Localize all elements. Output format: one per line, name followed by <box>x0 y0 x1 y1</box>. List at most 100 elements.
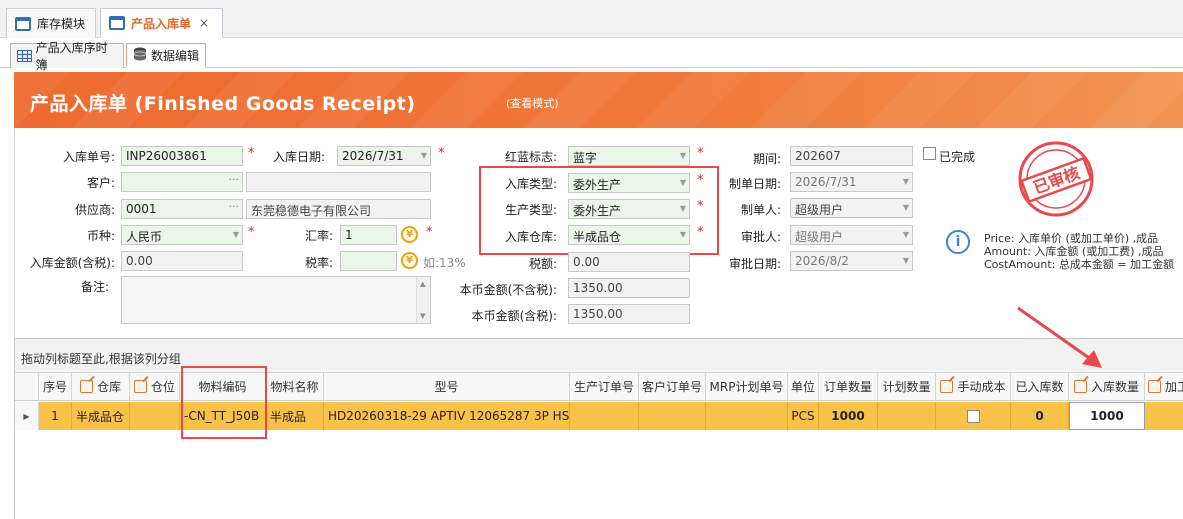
remark-scrollbar[interactable]: ▲ ▼ <box>416 277 430 323</box>
in-date-field[interactable]: 2026/7/31 ▼ <box>337 146 431 166</box>
cell-processing[interactable] <box>1145 402 1183 430</box>
approver-value: 超级用户 <box>795 230 844 244</box>
note-line: Amount: 入库金额 (或加工费) ,成品 <box>984 245 1164 258</box>
col-header-model[interactable]: 型号 <box>324 373 570 401</box>
detail-grid: 拖动列标题至此,根据该列分组 序号 仓库 仓位 物料编码 物料名称 型号 生产订… <box>14 338 1183 519</box>
cell-cust-order[interactable] <box>639 402 706 430</box>
tab-label: 产品入库单 <box>131 16 192 31</box>
base-amount-in-field: 1350.00 <box>568 304 690 324</box>
page-header-banner: 产品入库单 (Finished Goods Receipt) (查看模式) <box>14 72 1183 128</box>
window-icon <box>15 16 31 31</box>
cell-location[interactable] <box>130 402 180 430</box>
close-icon[interactable]: × <box>199 16 209 30</box>
chevron-down-icon[interactable]: ▼ <box>233 230 239 239</box>
col-header-order-qty[interactable]: 订单数量 <box>819 373 878 401</box>
sub-tab-bar: 产品入库序时簿 数据编辑 <box>0 38 1183 72</box>
cell-plan-qty[interactable] <box>878 402 936 430</box>
chevron-down-icon: ▼ <box>902 177 909 186</box>
edit-icon <box>1073 380 1087 393</box>
chevron-down-icon: ▼ <box>902 203 909 212</box>
col-header-processing[interactable]: 加工 <box>1145 373 1183 401</box>
required-mark: * <box>248 225 255 240</box>
make-date-label: 制单日期: <box>728 177 781 191</box>
annotation-highlight-box <box>479 166 719 255</box>
period-label: 期间: <box>752 152 781 166</box>
note-line: Price: 入库单价 (或加工单价) ,成品 <box>984 232 1159 245</box>
col-header-location[interactable]: 仓位 <box>130 373 180 401</box>
col-header-cust-order[interactable]: 客户订单号 <box>639 373 706 401</box>
ellipsis-icon[interactable]: ··· <box>229 200 240 213</box>
order-no-label: 入库单号: <box>62 150 115 164</box>
col-header-manual-cost[interactable]: 手动成本 <box>936 373 1011 401</box>
cell-unit[interactable]: PCS <box>788 402 819 430</box>
edit-icon <box>133 380 147 393</box>
approve-date-field: 2026/8/2 ▼ <box>790 251 913 271</box>
col-header-warehouse[interactable]: 仓库 <box>72 373 130 401</box>
chevron-down-icon: ▼ <box>902 230 909 239</box>
edit-icon <box>1148 380 1161 393</box>
cell-mrp-order[interactable] <box>706 402 788 430</box>
make-date-value: 2026/7/31 <box>795 175 857 189</box>
remark-label: 备注: <box>80 280 109 294</box>
maker-value: 超级用户 <box>795 203 844 217</box>
currency-select[interactable]: 人民币 ▼ <box>121 225 243 245</box>
cell-model[interactable]: HD20260318-29 APTIV 12065287 3P HSG <box>324 402 570 430</box>
maker-label: 制单人: <box>740 203 781 217</box>
approver-field: 超级用户 ▼ <box>790 225 913 245</box>
remark-textarea[interactable]: ▲ ▼ <box>121 276 431 324</box>
tax-amount-field: 0.00 <box>568 252 690 272</box>
tab-data-edit[interactable]: 数据编辑 <box>126 43 206 68</box>
row-indicator[interactable]: ▶ <box>15 402 39 430</box>
currency-coin-icon[interactable]: ¥ <box>401 226 418 243</box>
ellipsis-icon[interactable]: ··· <box>229 173 240 186</box>
scroll-down-icon[interactable]: ▼ <box>420 312 425 320</box>
annotation-arrow <box>1010 300 1120 380</box>
col-header-mrp-order[interactable]: MRP计划单号 <box>706 373 788 401</box>
col-header-unit[interactable]: 单位 <box>788 373 819 401</box>
chevron-down-icon[interactable]: ▼ <box>680 151 686 160</box>
amount-tax-field: 0.00 <box>121 251 243 271</box>
tax-amount-label: 税额: <box>528 257 557 271</box>
col-header-seq[interactable]: 序号 <box>39 373 72 401</box>
customer-name-field <box>246 172 431 192</box>
tab-inventory-module[interactable]: 库存模块 <box>6 8 96 38</box>
cell-warehouse[interactable]: 半成品仓 <box>72 402 130 430</box>
customer-label: 客户: <box>86 176 115 190</box>
required-mark: * <box>426 225 433 240</box>
cell-received[interactable]: 0 <box>1011 402 1069 430</box>
amount-tax-label: 入库金额(含税): <box>29 256 115 270</box>
tab-label: 数据编辑 <box>151 48 200 63</box>
cell-prod-order[interactable] <box>570 402 639 430</box>
table-icon <box>17 50 32 62</box>
cell-manual-cost[interactable] <box>936 402 1011 430</box>
tax-rate-field[interactable] <box>340 251 397 271</box>
red-blue-value: 蓝字 <box>573 151 598 165</box>
tab-receipt-journal[interactable]: 产品入库序时簿 <box>10 41 124 72</box>
order-no-field[interactable]: INP26003861 <box>121 146 243 166</box>
tab-finished-goods-receipt[interactable]: 产品入库单 × <box>100 8 223 38</box>
done-checkbox[interactable] <box>923 147 936 160</box>
supplier-code-field[interactable]: 0001 ··· <box>121 199 243 219</box>
cell-material-name[interactable]: 半成品 <box>266 402 324 430</box>
required-mark: * <box>697 146 704 161</box>
col-header-prod-order[interactable]: 生产订单号 <box>570 373 639 401</box>
scroll-up-icon[interactable]: ▲ <box>420 280 425 288</box>
tax-rate-hint: 如:13% <box>423 256 466 270</box>
approve-date-label: 审批日期: <box>728 257 781 271</box>
rate-field[interactable]: 1 <box>340 225 397 245</box>
red-blue-select[interactable]: 蓝字 ▼ <box>568 146 690 166</box>
col-header-material-name[interactable]: 物料名称 <box>266 373 324 401</box>
customer-field[interactable]: ··· <box>121 172 243 192</box>
cell-seq[interactable]: 1 <box>39 402 72 430</box>
base-amount-in-label: 本币金额(含税): <box>471 309 557 323</box>
manual-cost-checkbox[interactable] <box>966 409 980 423</box>
chevron-down-icon[interactable]: ▼ <box>421 151 427 160</box>
cell-order-qty[interactable]: 1000 <box>819 402 878 430</box>
page-title: 产品入库单 (Finished Goods Receipt) <box>30 93 416 115</box>
currency-coin-icon[interactable]: ¥ <box>401 252 418 269</box>
col-header-plan-qty[interactable]: 计划数量 <box>878 373 936 401</box>
view-mode-label: (查看模式) <box>506 97 559 110</box>
cell-in-qty[interactable]: 1000 <box>1069 402 1145 430</box>
document-tab-bar: 库存模块 产品入库单 × <box>0 0 1183 38</box>
required-mark: * <box>438 146 445 161</box>
